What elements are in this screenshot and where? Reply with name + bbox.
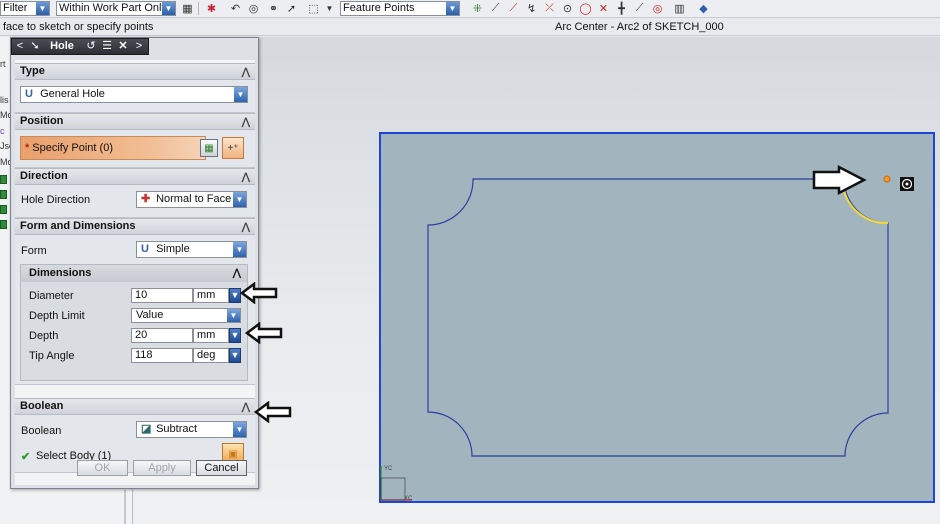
collapse-icon[interactable]: ⋀ bbox=[242, 65, 250, 80]
specify-point-label: Specify Point (0) bbox=[32, 142, 113, 154]
menu-icon[interactable]: ☰ bbox=[100, 40, 114, 53]
cancel-button[interactable]: Cancel bbox=[196, 460, 247, 476]
diameter-label: Diameter bbox=[29, 290, 74, 302]
depth-limit-select[interactable]: Value ▼ bbox=[131, 308, 241, 323]
depth-limit-label: Depth Limit bbox=[29, 310, 85, 322]
hole-type-value: General Hole bbox=[40, 88, 105, 100]
callout-arrow-icon bbox=[254, 401, 292, 423]
callout-arrow-icon bbox=[240, 282, 278, 304]
form-select[interactable]: U Simple ▼ bbox=[136, 241, 247, 258]
hole-direction-label: Hole Direction bbox=[21, 194, 91, 206]
tip-angle-label: Tip Angle bbox=[29, 350, 75, 362]
chevron-left-icon[interactable]: < bbox=[14, 40, 26, 53]
depth-unit[interactable]: mm bbox=[193, 328, 229, 343]
collapse-icon[interactable]: ⋀ bbox=[242, 170, 250, 185]
chevron-down-icon[interactable]: ▼ bbox=[234, 87, 247, 102]
subtract-icon: ◪ bbox=[141, 423, 152, 435]
dialog-body: Type ⋀ U General Hole ▼ Position ⋀ * Spec… bbox=[15, 60, 255, 485]
depth-input[interactable]: 20 bbox=[131, 328, 193, 343]
chevron-right-icon[interactable]: > bbox=[132, 40, 146, 53]
boolean-select[interactable]: ◪ Subtract ▼ bbox=[136, 421, 247, 438]
normal-to-face-icon: ✚ bbox=[141, 193, 151, 205]
diameter-input[interactable]: 10 bbox=[131, 288, 193, 303]
section-body-position: * Specify Point (0) ▦ +⁺ bbox=[15, 130, 255, 168]
section-header-form-dimensions[interactable]: Form and Dimensions ⋀ bbox=[15, 218, 255, 235]
dimensions-header[interactable]: Dimensions ⋀ bbox=[21, 265, 247, 282]
close-icon[interactable]: ✕ bbox=[116, 40, 130, 53]
boolean-value: Subtract bbox=[156, 423, 198, 435]
section-title: Boolean bbox=[20, 400, 64, 412]
dialog-title: Hole bbox=[50, 40, 74, 52]
tip-angle-options-icon[interactable]: ▼ bbox=[229, 348, 241, 363]
depth-limit-value: Value bbox=[136, 309, 164, 321]
collapse-icon[interactable]: ⋀ bbox=[242, 115, 250, 130]
dimensions-panel: Dimensions ⋀ Diameter 10 mm ▼ Depth Limi… bbox=[20, 264, 248, 381]
reset-pointer-icon[interactable]: ➘ bbox=[28, 40, 42, 53]
form-value: Simple bbox=[156, 243, 190, 255]
hole-type-select[interactable]: U General Hole ▼ bbox=[20, 86, 248, 103]
dialog-title-bar: < ➘ Hole ↺ ☰ ✕ > bbox=[11, 38, 149, 55]
depth-options-icon[interactable]: ▼ bbox=[229, 328, 241, 343]
section-title: Type bbox=[20, 65, 45, 77]
axis-x-label: XC bbox=[404, 496, 413, 502]
section-header-type[interactable]: Type ⋀ bbox=[15, 63, 255, 80]
section-title: Position bbox=[20, 115, 64, 127]
dimensions-title: Dimensions bbox=[29, 267, 92, 279]
sketch-section-icon[interactable]: ▦ bbox=[200, 139, 218, 157]
section-body-direction: Hole Direction ✚ Normal to Face ▼ bbox=[15, 185, 255, 218]
required-asterisk: * bbox=[25, 142, 30, 154]
chevron-down-icon[interactable]: ▼ bbox=[233, 422, 246, 437]
diameter-unit[interactable]: mm bbox=[193, 288, 229, 303]
collapse-icon[interactable]: ⋀ bbox=[233, 265, 241, 282]
section-body-type: U General Hole ▼ bbox=[15, 80, 255, 113]
apply-button[interactable]: Apply bbox=[133, 460, 191, 476]
point-dialog-icon[interactable]: +⁺ bbox=[222, 137, 244, 159]
hole-direction-select[interactable]: ✚ Normal to Face ▼ bbox=[136, 191, 247, 208]
arc-center-point[interactable] bbox=[883, 175, 891, 183]
chevron-down-icon[interactable]: ▼ bbox=[233, 242, 246, 257]
chevron-down-icon[interactable]: ▼ bbox=[227, 309, 240, 322]
axis-y-label: YC bbox=[384, 466, 393, 472]
arc-center-snap-icon bbox=[900, 177, 914, 191]
ok-button[interactable]: OK bbox=[77, 460, 128, 476]
callout-arrow-icon bbox=[245, 322, 283, 344]
chevron-down-icon[interactable]: ▼ bbox=[233, 192, 246, 207]
tip-angle-input[interactable]: 118 bbox=[131, 348, 193, 363]
section-header-boolean[interactable]: Boolean ⋀ bbox=[15, 398, 255, 415]
section-body-form-dimensions: Form U Simple ▼ Dimensions ⋀ Diameter 10… bbox=[15, 235, 255, 385]
boolean-label: Boolean bbox=[21, 425, 62, 437]
simple-hole-icon: U bbox=[141, 243, 149, 255]
section-title: Direction bbox=[20, 170, 68, 182]
reset-icon[interactable]: ↺ bbox=[84, 40, 98, 53]
tip-angle-unit[interactable]: deg bbox=[193, 348, 229, 363]
hole-dialog: < ➘ Hole ↺ ☰ ✕ > Type ⋀ U General Hole ▼… bbox=[10, 37, 259, 489]
section-header-position[interactable]: Position ⋀ bbox=[15, 113, 255, 130]
checkmark-icon: ✔ bbox=[21, 451, 31, 463]
depth-label: Depth bbox=[29, 330, 59, 342]
sketch-plane-face[interactable] bbox=[379, 132, 935, 503]
general-hole-icon: U bbox=[25, 88, 33, 100]
section-header-direction[interactable]: Direction ⋀ bbox=[15, 168, 255, 185]
hole-direction-value: Normal to Face bbox=[156, 193, 232, 205]
section-title: Form and Dimensions bbox=[20, 220, 136, 232]
collapse-icon[interactable]: ⋀ bbox=[242, 400, 250, 415]
specify-point-selector[interactable]: * Specify Point (0) bbox=[20, 136, 206, 160]
collapse-icon[interactable]: ⋀ bbox=[242, 220, 250, 235]
form-label: Form bbox=[21, 245, 47, 257]
